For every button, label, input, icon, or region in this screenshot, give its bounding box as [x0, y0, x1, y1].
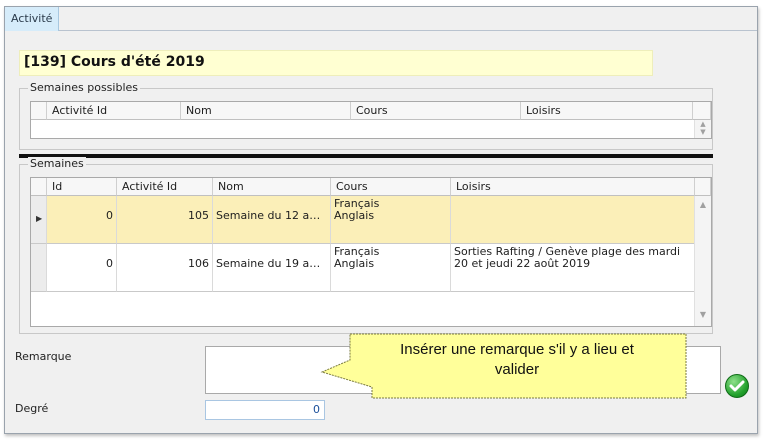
possible-weeks-grid: Activité Id Nom Cours Loisirs ▲ ▼ — [30, 101, 712, 139]
cell-id[interactable]: 0 — [47, 196, 117, 244]
row-selector[interactable]: ▶ — [31, 196, 47, 244]
row-header-column — [31, 178, 47, 196]
tab-activite[interactable]: Activité — [5, 7, 60, 31]
section-divider — [19, 154, 713, 158]
course-line: Anglais — [334, 209, 375, 222]
scroll-down-icon[interactable]: ▼ — [695, 125, 711, 139]
row-selector[interactable] — [31, 244, 47, 292]
cell-activity-id[interactable]: 105 — [117, 196, 213, 244]
vertical-scrollbar[interactable]: ▲ ▼ — [694, 196, 711, 326]
row-header-column — [31, 102, 47, 120]
cell-leisure[interactable]: Sorties Rafting / Genève plage des mardi… — [451, 244, 695, 292]
column-header-id[interactable]: Id — [47, 178, 117, 196]
activity-title: [139] Cours d'été 2019 — [24, 54, 205, 70]
column-header-name[interactable]: Nom — [181, 102, 351, 120]
column-header-activity-id[interactable]: Activité Id — [47, 102, 181, 120]
hint-callout-text: Insérer une remarque s'il y a lieu et va… — [360, 340, 674, 380]
activity-title-bar: [139] Cours d'été 2019 — [19, 50, 653, 76]
cell-leisure[interactable] — [451, 196, 695, 244]
scroll-down-icon[interactable]: ▼ — [695, 308, 711, 322]
row-indicator-icon: ▶ — [36, 214, 43, 223]
cell-name[interactable]: Semaine du 19 au 2... — [213, 244, 331, 292]
column-header-leisure[interactable]: Loisirs — [521, 102, 693, 120]
course-line: Anglais — [334, 257, 375, 270]
column-header-name[interactable]: Nom — [213, 178, 331, 196]
cell-courses[interactable]: Français Anglais — [331, 244, 451, 292]
degree-label: Degré — [15, 402, 49, 415]
vertical-scrollbar[interactable]: ▲ ▼ — [694, 120, 711, 138]
weeks-group: Semaines Id Activité Id Nom Cours Loisir… — [19, 157, 713, 334]
possible-weeks-group: Semaines possibles Activité Id Nom Cours… — [19, 81, 713, 150]
tab-strip: Activité — [5, 7, 757, 31]
column-header-courses[interactable]: Cours — [351, 102, 521, 120]
scroll-up-icon[interactable]: ▲ — [695, 198, 711, 212]
weeks-label: Semaines — [28, 157, 86, 171]
degree-field[interactable]: 0 — [205, 400, 325, 420]
remark-label: Remarque — [15, 350, 72, 363]
cell-name[interactable]: Semaine du 12 au 1... — [213, 196, 331, 244]
possible-weeks-label: Semaines possibles — [28, 81, 140, 95]
hint-line-2: valider — [494, 361, 540, 378]
check-circle-icon — [729, 380, 745, 392]
column-header-filler — [695, 178, 711, 196]
column-header-activity-id[interactable]: Activité Id — [117, 178, 213, 196]
column-header-leisure[interactable]: Loisirs — [451, 178, 695, 196]
hint-line-1: Insérer une remarque s'il y a lieu et — [400, 341, 634, 358]
cell-activity-id[interactable]: 106 — [117, 244, 213, 292]
validate-button[interactable] — [725, 374, 749, 398]
cell-id[interactable]: 0 — [47, 244, 117, 292]
cell-courses[interactable]: Français Anglais — [331, 196, 451, 244]
column-header-courses[interactable]: Cours — [331, 178, 451, 196]
weeks-grid: Id Activité Id Nom Cours Loisirs ▶ 0 105… — [30, 177, 712, 327]
